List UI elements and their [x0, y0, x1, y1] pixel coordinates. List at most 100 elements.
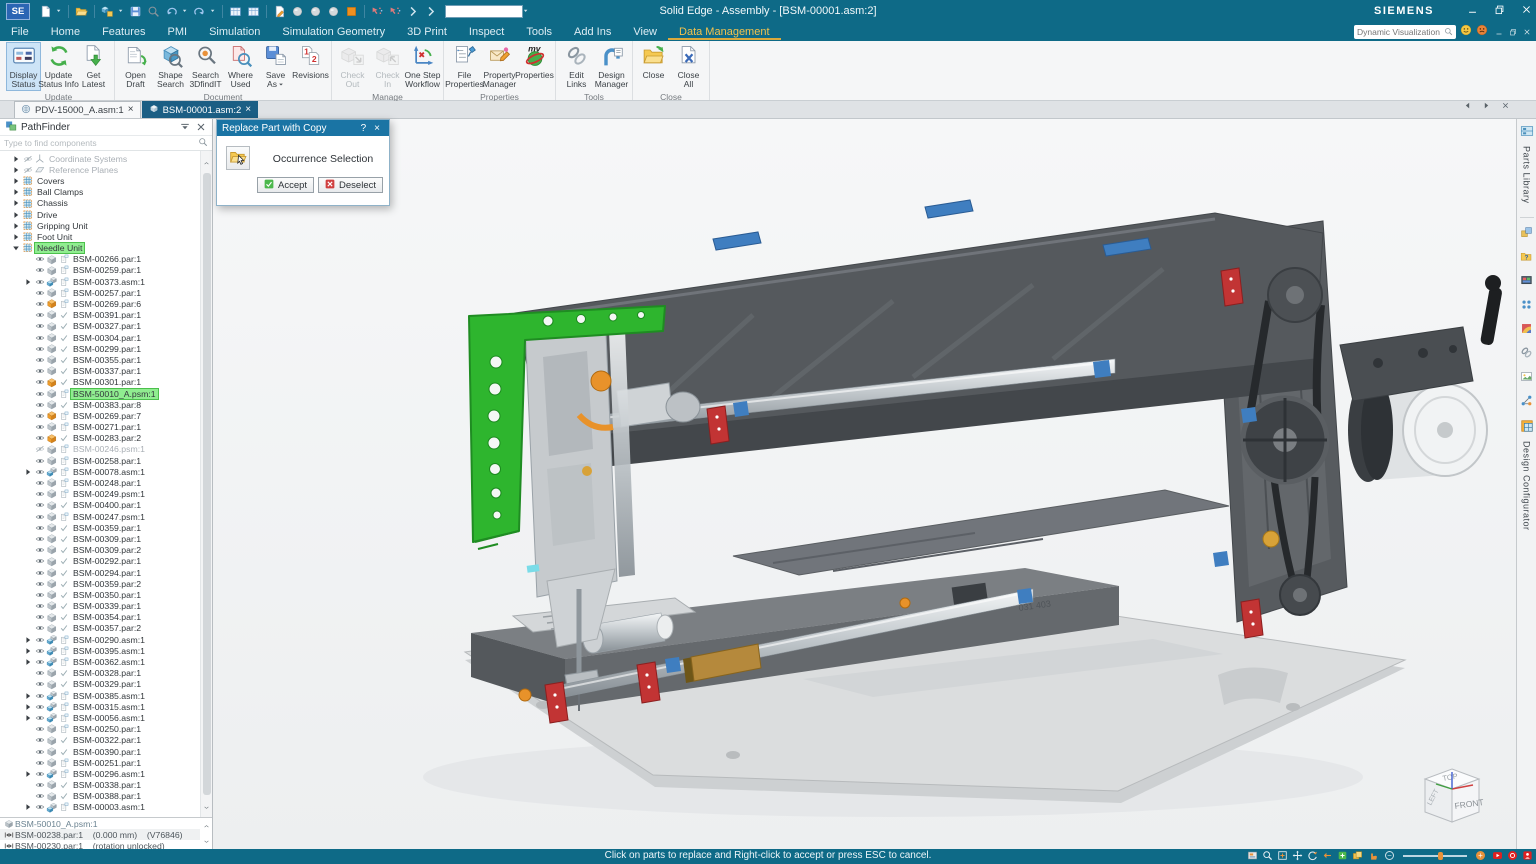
standard-parts-icon[interactable] — [1520, 226, 1533, 239]
window-layout-icon[interactable] — [1352, 850, 1363, 861]
3d-viewport[interactable]: 031 403 TOP LEFT FRONT — [213, 119, 1516, 849]
shape-search-button[interactable]: Shape Search — [153, 42, 188, 91]
tree-row[interactable]: BSM-00359.par:2 — [0, 578, 200, 589]
tree-item-label[interactable]: Gripping Unit — [35, 221, 90, 231]
eye-icon[interactable] — [34, 355, 46, 365]
chevron-down-icon[interactable] — [118, 2, 125, 20]
minimize-button[interactable] — [1467, 2, 1478, 20]
tree-item-label[interactable]: Ball Clamps — [35, 187, 85, 197]
tree-row[interactable]: BSM-50010_A.psm:1 — [0, 387, 200, 400]
check-in-button[interactable]: Check In — [370, 42, 405, 91]
tree-row[interactable]: BSM-00337.par:1 — [0, 366, 200, 377]
check-out-button[interactable]: Check Out — [335, 42, 370, 91]
expand-arrow-icon[interactable] — [10, 210, 22, 220]
assembly-3d-model[interactable]: 031 403 — [213, 119, 1516, 849]
zoom-area-icon[interactable] — [1262, 850, 1273, 861]
eye-icon[interactable] — [34, 444, 46, 454]
tree-item-label[interactable]: BSM-00391.par:1 — [71, 310, 143, 320]
tree-item-label[interactable]: Coordinate Systems — [47, 154, 129, 164]
feedback-happy-icon[interactable] — [1460, 23, 1472, 41]
tree-row[interactable]: Foot Unit — [0, 231, 200, 242]
color-swatch-icon[interactable] — [344, 4, 359, 19]
doc-minimize-button[interactable] — [1495, 23, 1503, 41]
tree-item-label[interactable]: BSM-00259.par:1 — [71, 265, 143, 275]
eye-icon[interactable] — [34, 467, 46, 477]
detail-row[interactable]: BSM-00238.par:1 (0.000 mm) (V76846) — [0, 829, 212, 840]
eye-icon[interactable] — [34, 344, 46, 354]
eye-icon[interactable] — [34, 802, 46, 812]
chevron-down-icon[interactable] — [210, 2, 217, 20]
eye-icon[interactable] — [34, 333, 46, 343]
where-used-button[interactable]: Where Used — [223, 42, 258, 91]
tree-item-label[interactable]: BSM-00359.par:2 — [71, 579, 143, 589]
tree-item-label[interactable]: BSM-00383.par:8 — [71, 400, 143, 410]
tree-row[interactable]: BSM-00248.par:1 — [0, 477, 200, 488]
tree-item-label[interactable]: Chassis — [35, 198, 70, 208]
tree-row[interactable]: BSM-00388.par:1 — [0, 791, 200, 802]
eye-icon[interactable] — [34, 422, 46, 432]
close-icon[interactable] — [195, 121, 207, 133]
eye-icon[interactable] — [34, 769, 46, 779]
tree-item-label[interactable]: BSM-00357.par:2 — [71, 623, 143, 633]
tree-row[interactable]: BSM-00304.par:1 — [0, 332, 200, 343]
property-manager-button[interactable]: Property Manager — [482, 42, 517, 91]
tree-row[interactable]: BSM-00290.asm:1 — [0, 634, 200, 645]
eye-icon[interactable] — [34, 679, 46, 689]
tree-item-label[interactable]: BSM-00350.par:1 — [71, 590, 143, 600]
tree-row[interactable]: BSM-00390.par:1 — [0, 746, 200, 757]
tree-row[interactable]: BSM-00250.par:1 — [0, 724, 200, 735]
tree-item-label[interactable]: BSM-00338.par:1 — [71, 780, 143, 790]
close-icon[interactable]: × — [370, 123, 384, 134]
tree-row[interactable]: Chassis — [0, 198, 200, 209]
edit-links-button[interactable]: Edit Links — [559, 42, 594, 91]
component-search-input[interactable] — [4, 138, 198, 148]
tree-row[interactable]: BSM-00354.par:1 — [0, 612, 200, 623]
close-all-button[interactable]: Close All — [671, 42, 706, 91]
tree-row[interactable]: BSM-00258.par:1 — [0, 455, 200, 466]
more-commands-icon[interactable] — [406, 4, 421, 19]
relationships-icon[interactable] — [1520, 394, 1533, 407]
eye-icon[interactable] — [34, 512, 46, 522]
tree-item-label[interactable]: BSM-00395.asm:1 — [71, 646, 147, 656]
zoom-in-icon[interactable]: + — [1476, 851, 1485, 860]
display-status-button[interactable]: Display Status — [6, 42, 41, 91]
tree-row[interactable]: BSM-00299.par:1 — [0, 343, 200, 354]
chevron-down-icon[interactable] — [182, 2, 189, 20]
eye-icon[interactable] — [34, 433, 46, 443]
tree-item-label[interactable]: BSM-00362.asm:1 — [71, 657, 147, 667]
expand-arrow-icon[interactable] — [10, 187, 22, 197]
tree-row[interactable]: BSM-00395.asm:1 — [0, 645, 200, 656]
tree-item-label[interactable]: Foot Unit — [35, 232, 74, 242]
close-tab-icon[interactable]: × — [128, 105, 134, 115]
eye-icon[interactable] — [34, 702, 46, 712]
eye-icon[interactable] — [34, 389, 46, 399]
expand-arrow-icon[interactable] — [10, 165, 22, 175]
tree-item-label[interactable]: BSM-50010_A.psm:1 — [70, 387, 159, 400]
chevron-down-icon[interactable] — [523, 2, 530, 20]
tree-row[interactable]: BSM-00249.psm:1 — [0, 489, 200, 500]
eye-icon[interactable] — [34, 791, 46, 801]
expand-arrow-icon[interactable] — [22, 657, 34, 667]
eye-icon[interactable] — [34, 713, 46, 723]
select-tool-icon[interactable] — [370, 4, 385, 19]
display-settings-icon[interactable] — [1520, 274, 1533, 287]
tree-item-label[interactable]: BSM-00251.par:1 — [71, 758, 143, 768]
undo-icon[interactable] — [164, 4, 179, 19]
tree-item-label[interactable]: BSM-00390.par:1 — [71, 747, 143, 757]
expand-arrow-icon[interactable] — [10, 232, 22, 242]
tree-item-label[interactable]: BSM-00258.par:1 — [71, 456, 143, 466]
dialog-title-bar[interactable]: Replace Part with Copy ? × — [217, 120, 389, 136]
eye-icon[interactable] — [34, 254, 46, 264]
tree-item-label[interactable]: BSM-00315.asm:1 — [71, 702, 147, 712]
detail-scrollbar[interactable] — [200, 818, 212, 849]
webcam-overlay-icon[interactable] — [1522, 850, 1533, 861]
eye-icon[interactable] — [34, 288, 46, 298]
tree-item-label[interactable]: BSM-00250.par:1 — [71, 724, 143, 734]
expand-arrow-icon[interactable] — [22, 691, 34, 701]
tree-item-label[interactable]: BSM-00247.psm:1 — [71, 512, 147, 522]
expand-arrow-icon[interactable] — [22, 702, 34, 712]
document-tab[interactable]: BSM-00001.asm:2 × — [141, 101, 259, 118]
eye-icon[interactable] — [34, 545, 46, 555]
eye-icon[interactable] — [34, 758, 46, 768]
doc-close-button[interactable] — [1523, 23, 1531, 41]
